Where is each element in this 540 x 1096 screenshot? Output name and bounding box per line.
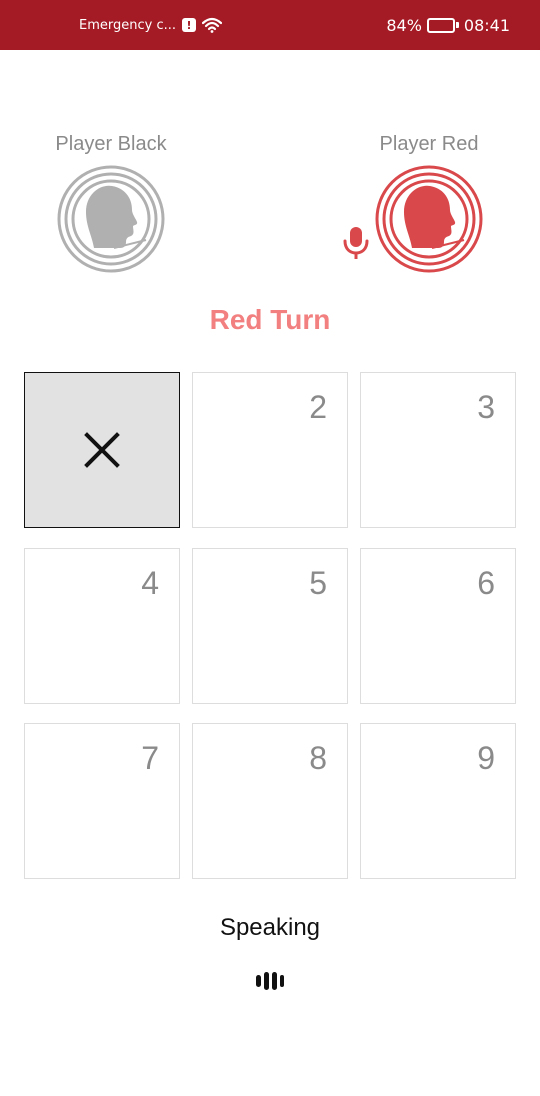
battery-percent: 84%	[386, 15, 422, 35]
carrier-text: Emergency c...	[79, 17, 176, 33]
wifi-icon	[202, 17, 222, 33]
cell-number: 4	[141, 565, 159, 601]
cell-number: 7	[141, 740, 159, 776]
cell-number: 8	[309, 740, 327, 776]
board-cell-6[interactable]: 6	[360, 548, 516, 704]
board-cell-7[interactable]: 7	[24, 723, 180, 879]
clock: 08:41	[463, 15, 510, 35]
cell-number: 6	[477, 565, 495, 601]
voice-status: Speaking	[219, 914, 321, 941]
player-black-label: Player Black	[55, 133, 167, 155]
battery-icon	[426, 17, 459, 33]
board-cell-9[interactable]: 9	[360, 723, 516, 879]
microphone-icon	[343, 227, 369, 259]
status-left: Emergency c... !	[79, 0, 222, 50]
status-bar: Emergency c... ! 84% 08:41	[0, 0, 540, 50]
cell-number: 5	[309, 565, 327, 601]
game-board: 2 3 4 5 6 7 8 9	[24, 372, 516, 880]
x-mark-icon	[25, 373, 179, 527]
board-cell-2[interactable]: 2	[192, 372, 348, 528]
board-cell-5[interactable]: 5	[192, 548, 348, 704]
player-black-avatar-icon[interactable]	[56, 164, 166, 274]
cell-number: 3	[477, 389, 495, 425]
cell-number: 9	[477, 740, 495, 776]
status-right: 84% 08:41	[386, 0, 510, 50]
player-red-label: Player Red	[379, 133, 479, 155]
board-cell-4[interactable]: 4	[24, 548, 180, 704]
alert-icon: !	[182, 18, 196, 32]
voice-wave-icon[interactable]	[255, 971, 285, 991]
board-cell-1[interactable]	[24, 372, 180, 528]
board-cell-3[interactable]: 3	[360, 372, 516, 528]
cell-number: 2	[309, 389, 327, 425]
board-cell-8[interactable]: 8	[192, 723, 348, 879]
turn-indicator: Red Turn	[209, 304, 331, 335]
player-red-avatar-icon[interactable]	[374, 164, 484, 274]
